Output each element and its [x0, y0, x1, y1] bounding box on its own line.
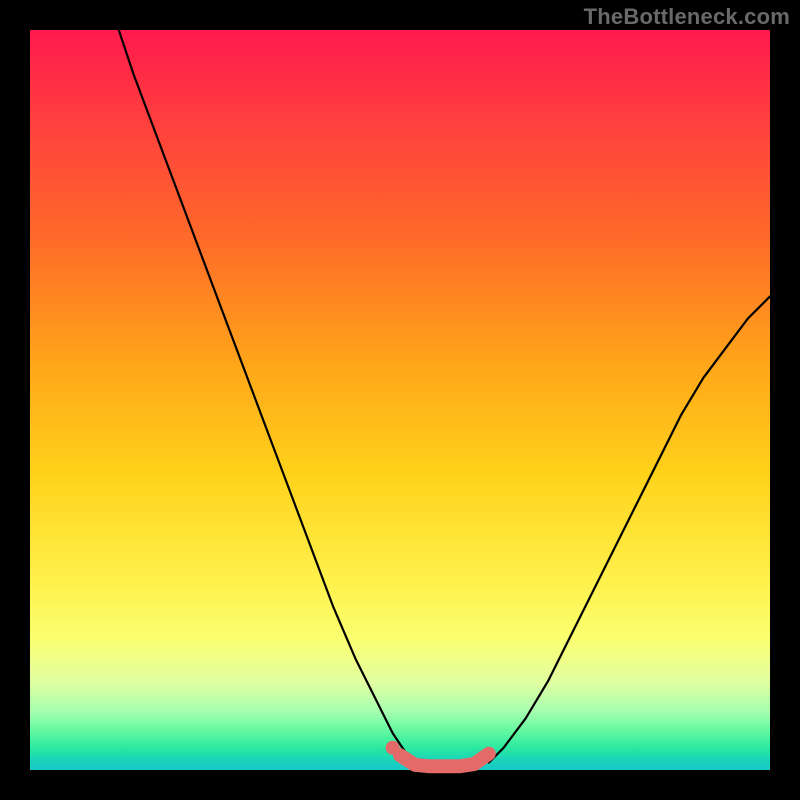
- tolerance-band: [400, 754, 489, 767]
- right-curve: [489, 296, 770, 762]
- curve-canvas: [30, 30, 770, 770]
- outer-frame: TheBottleneck.com: [0, 0, 800, 800]
- tolerance-dot: [386, 741, 400, 755]
- watermark-text: TheBottleneck.com: [584, 4, 790, 30]
- plot-area: [30, 30, 770, 770]
- left-curve: [119, 30, 419, 763]
